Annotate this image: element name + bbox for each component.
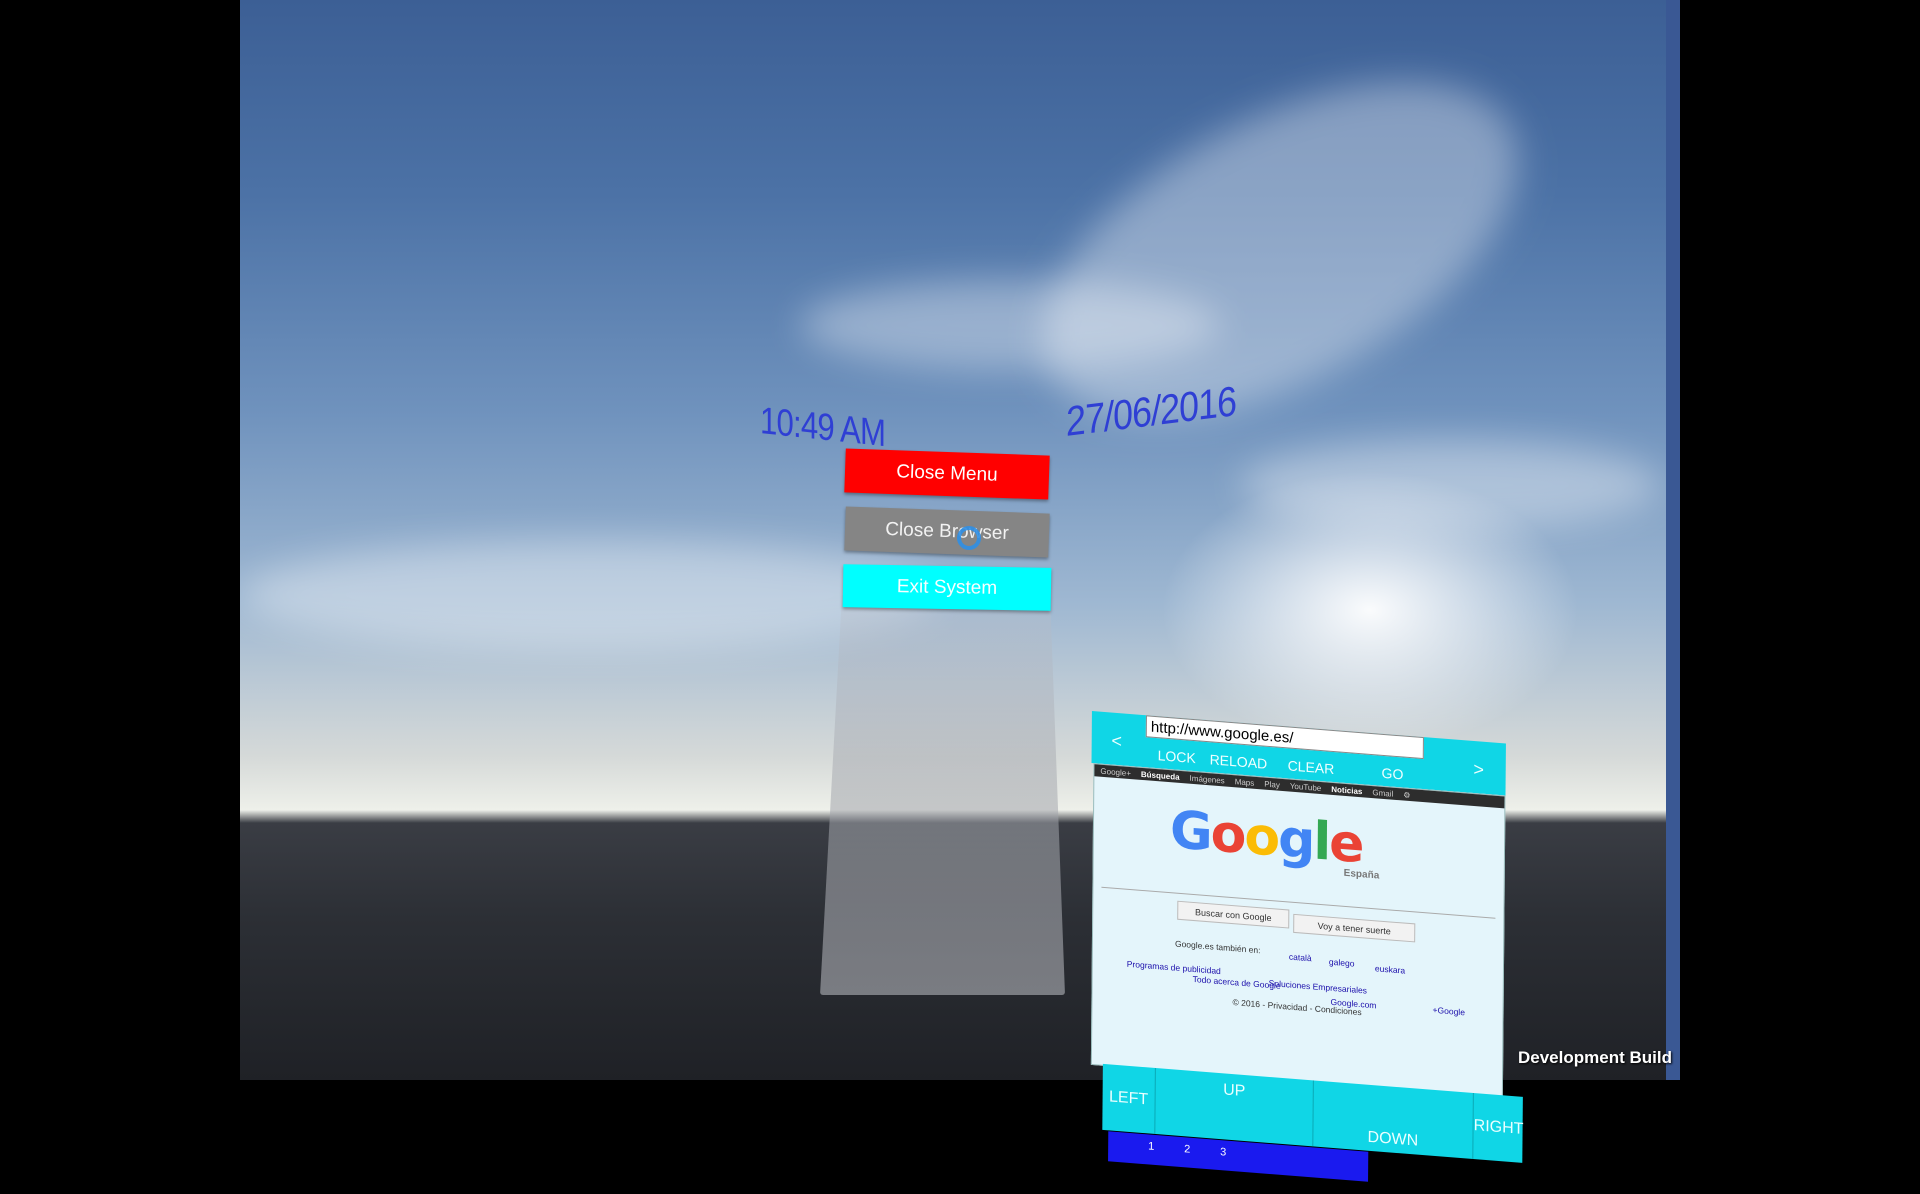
web-page[interactable]: Google+ Búsqueda Imágenes Maps Play YouT… [1090, 763, 1506, 1098]
number-key[interactable]: 2 [1184, 1143, 1190, 1155]
logo-letter: l [1313, 811, 1330, 873]
right-key[interactable]: RIGHT [1472, 1092, 1524, 1163]
google-search-input[interactable] [1101, 866, 1496, 919]
forward-button[interactable]: > [1454, 747, 1504, 791]
logo-letter: o [1244, 806, 1279, 869]
settings-gear-icon[interactable]: ⚙ [1403, 790, 1410, 800]
lucky-button[interactable]: Voy a tener suerte [1293, 913, 1416, 943]
topbar-link[interactable]: Imágenes [1190, 773, 1225, 785]
google-logo: Google [1170, 800, 1363, 875]
logo-letter: e [1328, 812, 1363, 876]
logo-letter: o [1210, 803, 1245, 866]
sun-glow [1160, 470, 1580, 750]
lock-button[interactable]: LOCK [1158, 744, 1196, 769]
topbar-link[interactable]: Google+ [1100, 766, 1131, 777]
business-link[interactable]: Soluciones Empresariales [1269, 978, 1367, 996]
ads-link[interactable]: Programas de publicidad [1127, 959, 1221, 976]
logo-letter: g [1277, 808, 1314, 872]
down-key[interactable]: DOWN [1312, 1080, 1473, 1159]
reload-button[interactable]: RELOAD [1210, 748, 1268, 775]
language-link[interactable]: galego [1329, 957, 1355, 969]
left-key[interactable]: LEFT [1102, 1064, 1155, 1134]
topbar-link[interactable]: Noticias [1331, 784, 1362, 795]
logo-subtitle: España [1343, 867, 1380, 882]
topbar-link[interactable]: Búsqueda [1141, 769, 1180, 781]
close-browser-button[interactable]: Close Browser [844, 506, 1050, 558]
google-plus-link[interactable]: +Google [1433, 1005, 1465, 1018]
topbar-link[interactable]: Maps [1235, 777, 1255, 788]
development-build-watermark: Development Build [1518, 1048, 1672, 1067]
about-link[interactable]: Todo acerca de Google [1193, 974, 1281, 991]
close-menu-button[interactable]: Close Menu [844, 448, 1050, 500]
number-key[interactable]: 3 [1220, 1146, 1226, 1158]
clear-button[interactable]: CLEAR [1288, 754, 1335, 780]
back-button[interactable]: < [1092, 719, 1142, 763]
language-link[interactable]: euskara [1375, 963, 1405, 975]
language-link[interactable]: català [1289, 952, 1312, 964]
exit-system-button[interactable]: Exit System [842, 564, 1052, 611]
go-button[interactable]: GO [1382, 762, 1404, 786]
topbar-link[interactable]: Play [1264, 779, 1280, 789]
number-key[interactable]: 1 [1148, 1140, 1154, 1152]
topbar-link[interactable]: Gmail [1372, 788, 1393, 799]
logo-letter: G [1169, 800, 1211, 864]
topbar-link[interactable]: YouTube [1290, 781, 1322, 792]
window-edge [1666, 0, 1680, 1080]
google-search-button[interactable]: Buscar con Google [1177, 900, 1290, 929]
gaze-cursor-icon [957, 526, 981, 550]
cloud [240, 540, 940, 650]
menu-panel [820, 595, 1065, 995]
offered-in-text: Google.es también en: [1174, 938, 1261, 956]
vr-browser-panel: < > http://www.google.es/ LOCK RELOAD CL… [1089, 706, 1524, 1182]
